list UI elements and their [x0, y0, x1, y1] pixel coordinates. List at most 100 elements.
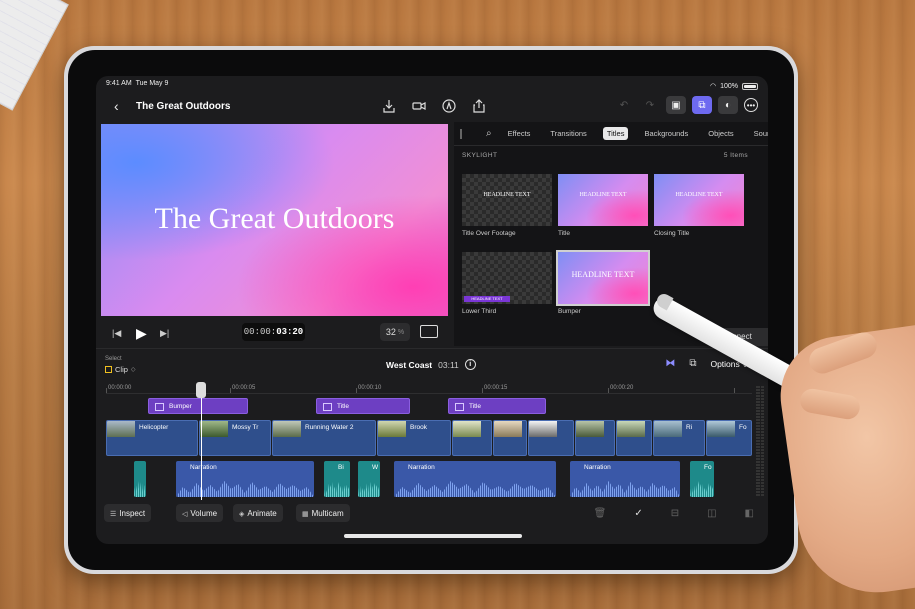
thumb-title-over-footage[interactable]: HEADLINE TEXT: [462, 174, 552, 226]
video-clip-brook[interactable]: Brook: [377, 420, 451, 456]
timecode-main: 03:20: [276, 327, 304, 337]
video-clip[interactable]: [616, 420, 652, 456]
thumb-headline-text: HEADLINE TEXT: [483, 192, 531, 198]
video-clip-helicopter[interactable]: Helicopter: [106, 420, 198, 456]
photos-icon[interactable]: ▣: [666, 96, 686, 114]
undo-icon[interactable]: ↶: [614, 96, 634, 114]
video-clip-label: Mossy Tr: [232, 424, 259, 431]
waveform: [324, 481, 350, 497]
skip-back-icon[interactable]: |◀: [112, 328, 121, 339]
category-soundtracks[interactable]: Soundtracks: [750, 127, 768, 140]
checkmark-icon[interactable]: ✓: [634, 508, 642, 519]
view-options-icon[interactable]: [420, 325, 438, 338]
timecode-display: 00:00: 03:20: [242, 323, 305, 341]
thumb-lower-third[interactable]: HEADLINE TEXT: [462, 252, 552, 304]
waveform: [690, 481, 714, 497]
trim-icon[interactable]: ◧: [745, 508, 754, 519]
ruler-tick-label: 00:00:15: [484, 385, 508, 391]
item-count: 5 Items: [723, 152, 748, 159]
import-icon[interactable]: [381, 98, 397, 114]
more-icon[interactable]: •••: [744, 98, 758, 112]
status-date: Tue May 9: [135, 80, 169, 87]
drag-handle-icon[interactable]: [460, 128, 462, 139]
waveform: [570, 481, 680, 497]
clip-thumbnail: [453, 421, 481, 437]
video-clip-running-water[interactable]: Running Water 2: [272, 420, 376, 456]
clip-thumbnail: [529, 421, 557, 437]
audio-clip-label: Narration: [584, 464, 611, 471]
audio-clip-label: Fo: [704, 464, 712, 471]
audio-clip-narration-3[interactable]: Narration: [570, 461, 680, 497]
video-clip-label: Fo: [739, 424, 747, 431]
video-clip[interactable]: [493, 420, 527, 456]
multicam-icon: ▦: [302, 511, 309, 518]
audio-clip-label: Narration: [190, 464, 217, 471]
camera-icon[interactable]: [411, 98, 427, 114]
title-clip-bumper[interactable]: Bumper: [148, 398, 248, 414]
video-clip-ri[interactable]: Ri: [653, 420, 705, 456]
timeline-tracks[interactable]: Bumper Title Title Helicopter Mossy Tr R…: [106, 394, 752, 498]
battery-icon: [742, 82, 758, 90]
category-effects[interactable]: Effects: [504, 127, 535, 140]
title-clip-title-1[interactable]: Title: [316, 398, 410, 414]
clip-appearance-icon[interactable]: ⧉: [689, 358, 696, 369]
video-clip-fo[interactable]: Fo: [706, 420, 752, 456]
thumb-headline-text: HEADLINE TEXT: [571, 270, 635, 279]
animate-label: Animate: [247, 509, 277, 518]
detach-icon[interactable]: ⊟: [671, 508, 679, 519]
clip-selector[interactable]: Clip ◇: [105, 365, 136, 374]
thumb-label-closing-title: Closing Title: [654, 230, 690, 237]
category-titles[interactable]: Titles: [602, 127, 629, 140]
thumb-bumper[interactable]: HEADLINE TEXT: [556, 250, 650, 306]
multicam-button[interactable]: ▦ Multicam: [296, 504, 350, 522]
thumb-title[interactable]: HEADLINE TEXT: [558, 174, 648, 226]
thumb-headline-text: HEADLINE TEXT: [579, 192, 627, 198]
skip-forward-icon[interactable]: ▶|: [160, 328, 169, 339]
thumb-label-bumper: Bumper: [558, 308, 581, 315]
inspector-toggle-icon[interactable]: ◐: [718, 96, 738, 114]
audio-clip-narration-1[interactable]: Narration: [176, 461, 314, 497]
ruler-tick: [230, 388, 231, 393]
timeline-header: Select Clip ◇ West Coast 03:11 i ⧓ ⧉ Opt…: [96, 348, 768, 378]
play-icon[interactable]: ▶: [136, 325, 147, 342]
audio-clip-w[interactable]: W: [358, 461, 380, 497]
video-clip-label: Ri: [686, 424, 693, 431]
chevron-left-icon[interactable]: ‹: [114, 98, 128, 114]
audio-clip-bi[interactable]: Bi: [324, 461, 350, 497]
info-icon[interactable]: i: [464, 359, 476, 370]
split-icon[interactable]: ◫: [707, 508, 716, 519]
trash-icon[interactable]: 🗑: [594, 508, 607, 519]
audio-clip-label: Bi: [338, 464, 344, 471]
voiceover-icon[interactable]: [441, 98, 457, 114]
browser-toggle-icon[interactable]: ⧉: [692, 96, 712, 114]
redo-icon[interactable]: ↷: [640, 96, 660, 114]
thumb-label-title-over-footage: Title Over Footage: [462, 230, 516, 237]
animate-button[interactable]: ◈ Animate: [233, 504, 283, 522]
inspect-icon: ☰: [110, 511, 117, 518]
inspect-button[interactable]: ☰ Inspect: [104, 504, 152, 522]
title-clip-title-2[interactable]: Title: [448, 398, 546, 414]
video-clip[interactable]: [575, 420, 615, 456]
timecode-prefix: 00:00:: [243, 327, 277, 337]
video-clip[interactable]: [528, 420, 574, 456]
viewer[interactable]: The Great Outdoors: [101, 124, 448, 316]
audio-clip-fo[interactable]: Fo: [690, 461, 714, 497]
audio-clip-narration-2[interactable]: Narration: [394, 461, 556, 497]
waveform: [134, 481, 146, 497]
category-objects[interactable]: Objects: [704, 127, 737, 140]
playhead-handle[interactable]: [196, 382, 206, 398]
share-icon[interactable]: [471, 98, 487, 114]
category-backgrounds[interactable]: Backgrounds: [640, 127, 692, 140]
top-icon-group: [381, 98, 487, 114]
video-clip[interactable]: [452, 420, 492, 456]
search-icon[interactable]: ⌕: [486, 128, 492, 139]
zoom-control[interactable]: 32%: [380, 323, 410, 341]
clip-thumbnail: [273, 421, 301, 437]
thumb-closing-title[interactable]: HEADLINE TEXT: [654, 174, 744, 226]
audio-clip[interactable]: [134, 461, 146, 497]
snapping-icon[interactable]: ⧓: [665, 358, 675, 369]
video-clip-mossy[interactable]: Mossy Tr: [199, 420, 271, 456]
category-transitions[interactable]: Transitions: [546, 127, 590, 140]
status-time: 9:41 AM: [106, 80, 132, 87]
volume-button[interactable]: ◁ Volume: [176, 504, 224, 522]
